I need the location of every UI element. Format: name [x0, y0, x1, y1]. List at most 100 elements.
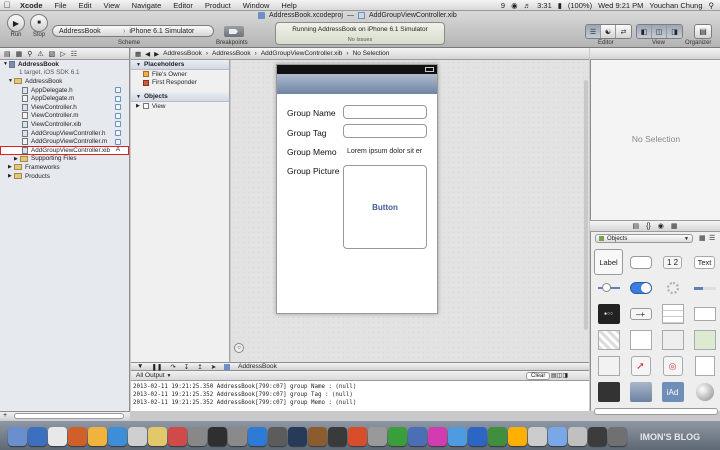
wifi-icon[interactable]: ◉ [511, 1, 518, 10]
folder-nav-icon[interactable]: ▤ [4, 50, 11, 58]
related-items-icon[interactable]: ▦ [135, 50, 141, 58]
clock-small[interactable]: 3:31 [537, 1, 552, 10]
folder-row-supporting[interactable]: ▶ Supporting Files [0, 155, 129, 164]
status-icon[interactable]: 9 [501, 1, 505, 10]
menu-edit[interactable]: Edit [73, 1, 98, 10]
spotlight-icon[interactable]: ⚲ [709, 1, 715, 10]
library-item-activity[interactable] [658, 275, 687, 301]
group-tag-field[interactable] [343, 124, 427, 138]
menu-editor[interactable]: Editor [167, 1, 199, 10]
file-row[interactable]: AddGroupViewController.h [0, 129, 129, 138]
library-item-text-field[interactable]: Text [690, 249, 719, 275]
step-out-icon[interactable]: ↥ [197, 363, 202, 371]
group-name-field[interactable] [343, 105, 427, 119]
library-item-segmented-control[interactable]: 1 2 [658, 249, 687, 275]
location-icon[interactable]: ➤ [211, 363, 216, 371]
library-item-view[interactable] [690, 353, 719, 379]
dock-app-icon[interactable] [548, 427, 567, 446]
dock-app-icon[interactable] [228, 427, 247, 446]
media-library-icon[interactable]: ▦ [671, 222, 678, 230]
dock-app-icon[interactable] [8, 427, 27, 446]
library-item-glkit[interactable] [690, 379, 719, 405]
version-editor-icon[interactable]: ⇄ [616, 25, 631, 38]
assistant-editor-icon[interactable]: ☯ [601, 25, 616, 38]
library-item-table-view[interactable] [658, 301, 687, 327]
organizer-button[interactable]: ▤ [694, 24, 712, 39]
library-item-toolbar[interactable] [594, 379, 623, 405]
folder-row-products[interactable]: ▶ Products [0, 172, 129, 181]
file-row[interactable]: AppDelegate.m [0, 94, 129, 103]
battery-icon[interactable]: ▮ [558, 1, 562, 10]
output-select[interactable]: All Output [136, 372, 165, 379]
file-row[interactable]: ViewController.m [0, 112, 129, 121]
menu-help[interactable]: Help [275, 1, 302, 10]
battery-percent[interactable]: (100%) [568, 1, 592, 10]
dock-app-icon[interactable] [508, 427, 527, 446]
dock-app-icon[interactable] [568, 427, 587, 446]
dock-app-icon[interactable] [428, 427, 447, 446]
dock-app-icon[interactable] [248, 427, 267, 446]
dock-app-icon[interactable] [488, 427, 507, 446]
library-item-web-view[interactable] [658, 327, 687, 353]
menu-file[interactable]: File [49, 1, 73, 10]
symbol-nav-icon[interactable]: ▦ [16, 50, 23, 58]
standard-editor-icon[interactable]: ☰ [586, 25, 601, 38]
volume-icon[interactable]: ♬ [524, 1, 532, 10]
dock-app-icon[interactable] [608, 427, 627, 446]
step-over-icon[interactable]: ↷ [170, 363, 175, 371]
breakpoint-nav-icon[interactable]: ▷ [60, 50, 65, 58]
library-item-date-picker[interactable]: ➚ [626, 353, 655, 379]
stop-button[interactable]: ■ [30, 14, 48, 32]
zoom-icon[interactable]: ○ [234, 343, 244, 353]
dock-app-icon[interactable] [88, 427, 107, 446]
project-tab[interactable]: AddressBook.xcodeproj [269, 12, 343, 19]
run-button[interactable]: ▶ [7, 14, 25, 32]
user-name[interactable]: Youchan Chung [649, 1, 702, 10]
file-row[interactable]: AddGroupViewController.xib A [0, 145, 129, 155]
library-item-round-rect-button[interactable] [626, 249, 655, 275]
console-output[interactable]: 2013-02-11 19:21:25.350 AddressBook[799:… [131, 381, 589, 411]
debug-target[interactable]: AddressBook [238, 363, 277, 370]
library-item-map-view[interactable] [690, 327, 719, 353]
dock-app-icon[interactable] [468, 427, 487, 446]
utilities-toggle-icon[interactable]: ◨ [667, 25, 682, 38]
jump-project[interactable]: AddressBook [163, 50, 202, 57]
library-item-iad[interactable]: iAd [658, 379, 687, 405]
forward-icon[interactable]: ▶ [154, 50, 159, 58]
library-item-table-cell[interactable] [690, 301, 719, 327]
layout-icon[interactable]: ▤◫◨ [551, 372, 568, 379]
library-item-text-view[interactable] [626, 327, 655, 353]
project-row[interactable]: ▼ AddressBook [0, 60, 129, 69]
scheme-selector[interactable]: AddressBook › iPhone 6.1 Simulator [52, 25, 214, 37]
dock-app-icon[interactable] [188, 427, 207, 446]
back-icon[interactable]: ◀ [145, 50, 150, 58]
library-item-nav-bar[interactable] [626, 379, 655, 405]
hide-debug-icon[interactable]: ▼ [137, 363, 143, 370]
file-template-icon[interactable]: ▤ [632, 222, 639, 230]
library-item-scroll-view[interactable] [594, 353, 623, 379]
file-row[interactable]: AddGroupViewController.m [0, 137, 129, 146]
dock-app-icon[interactable] [48, 427, 67, 446]
jump-file[interactable]: AddGroupViewController.xib [261, 50, 343, 57]
file-row[interactable]: AppDelegate.h [0, 86, 129, 95]
log-nav-icon[interactable]: ☷ [71, 50, 77, 58]
view-segmented[interactable]: ◧ ◫ ◨ [636, 24, 683, 39]
dock-app-icon[interactable] [588, 427, 607, 446]
dock-app-icon[interactable] [208, 427, 227, 446]
dock-app-icon[interactable] [308, 427, 327, 446]
dock-app-icon[interactable] [168, 427, 187, 446]
group-row[interactable]: ▼ AddressBook [0, 77, 129, 86]
menu-app[interactable]: Xcode [14, 1, 49, 10]
editor-segmented[interactable]: ☰ ☯ ⇄ [585, 24, 632, 39]
object-library-icon[interactable]: ◉ [658, 222, 664, 230]
issue-nav-icon[interactable]: ⚠ [37, 50, 43, 58]
dock-app-icon[interactable] [348, 427, 367, 446]
list-view-icon[interactable]: ☰ [709, 234, 715, 242]
dock-app-icon[interactable] [288, 427, 307, 446]
library-search-input[interactable] [594, 408, 718, 415]
canvas-scrollbar[interactable] [584, 80, 588, 330]
group-memo-text[interactable]: Lorem ipsum dolor sit er [347, 148, 422, 155]
dock-app-icon[interactable] [268, 427, 287, 446]
library-item-stepper[interactable]: –+ [626, 301, 655, 327]
pause-icon[interactable]: ❚❚ [151, 363, 162, 371]
